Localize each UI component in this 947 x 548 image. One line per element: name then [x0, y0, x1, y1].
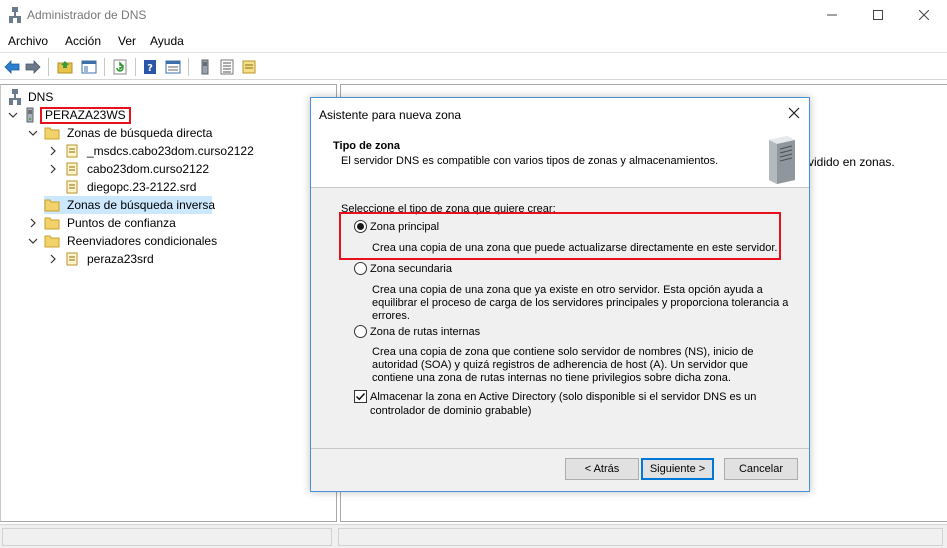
status-cell — [338, 528, 943, 546]
annotation-highlight-frame — [339, 212, 781, 260]
radio-zona-secundaria[interactable]: Zona secundaria — [354, 262, 452, 275]
forward-arrow-icon[interactable] — [24, 58, 42, 76]
title-bar: Administrador de DNS — [0, 0, 947, 30]
option-description: errores. — [372, 310, 410, 322]
minimize-button[interactable] — [809, 0, 855, 30]
menu-archivo[interactable]: Archivo — [8, 34, 48, 48]
folder-icon — [44, 197, 60, 213]
tree-node-server[interactable]: PERAZA23WS — [8, 106, 131, 124]
refresh-icon[interactable] — [111, 58, 129, 76]
option-description: contiene una zona de rutas internas no t… — [372, 372, 731, 384]
zone-icon — [64, 251, 80, 267]
checkbox-label-continued: controlador de dominio grabable) — [370, 405, 532, 417]
window-title: Administrador de DNS — [27, 8, 147, 22]
close-icon[interactable] — [787, 106, 801, 120]
checkbox[interactable] — [354, 390, 367, 403]
folder-icon — [44, 125, 60, 141]
close-icon — [919, 10, 929, 20]
tree-label-server: PERAZA23WS — [40, 106, 131, 124]
server-tower-icon — [761, 134, 797, 184]
tree-node-forward-zones[interactable]: Zonas de búsqueda directa — [28, 124, 214, 142]
tree-node-zone-msdcs[interactable]: _msdcs.cabo23dom.curso2122 — [48, 142, 256, 160]
dialog-title: Asistente para nueva zona — [319, 108, 462, 122]
folder-icon — [44, 233, 60, 249]
minimize-icon — [827, 14, 837, 16]
menu-ver[interactable]: Ver — [118, 34, 136, 48]
checkmark-icon — [355, 392, 366, 401]
svg-text:?: ? — [147, 63, 153, 74]
close-button[interactable] — [901, 0, 947, 30]
chevron-down-icon[interactable] — [8, 110, 18, 120]
status-cell — [2, 528, 332, 546]
tree-label-zone-cabo23dom: cabo23dom.curso2122 — [87, 162, 210, 176]
tree-node-zone-cabo23dom[interactable]: cabo23dom.curso2122 — [48, 160, 211, 178]
status-bar — [0, 524, 947, 548]
help-icon[interactable]: ? — [141, 58, 159, 76]
show-hide-tree-icon[interactable] — [80, 58, 98, 76]
tree-label-trust-points: Puntos de confianza — [67, 216, 176, 230]
dns-app-icon — [9, 7, 21, 23]
tree-label-conditional-forwarders: Reenviadores condicionales — [67, 234, 218, 248]
radio-label: Zona secundaria — [370, 262, 452, 275]
tree-label-zone-diegopc: diegopc.23-2122.srd — [87, 180, 197, 194]
maximize-icon — [873, 10, 883, 20]
new-zone-wizard-dialog: Asistente para nueva zona Tipo de zona E… — [310, 97, 810, 492]
wizard-step-title: Tipo de zona — [333, 140, 401, 152]
list-icon[interactable] — [218, 58, 236, 76]
divider — [311, 448, 809, 449]
tree-node-zone-diegopc[interactable]: diegopc.23-2122.srd — [64, 178, 198, 196]
chevron-right-icon[interactable] — [28, 218, 38, 228]
tree-label-forward-zones: Zonas de búsqueda directa — [67, 126, 213, 140]
wizard-header: Tipo de zona El servidor DNS es compatib… — [311, 130, 809, 188]
tree-label-dns: DNS — [28, 90, 54, 104]
server-icon — [24, 107, 36, 123]
zone-icon — [64, 161, 80, 177]
menu-ayuda[interactable]: Ayuda — [150, 34, 184, 48]
tree-node-dns[interactable]: DNS — [8, 88, 55, 106]
tree-node-conditional-forwarders[interactable]: Reenviadores condicionales — [28, 232, 219, 250]
chevron-down-icon[interactable] — [28, 128, 38, 138]
menu-accion[interactable]: Acción — [65, 34, 101, 48]
properties-icon[interactable] — [164, 58, 182, 76]
menu-bar: Archivo Acción Ver Ayuda — [0, 30, 947, 52]
radio-button[interactable] — [354, 325, 367, 338]
chevron-right-icon[interactable] — [48, 146, 58, 156]
details-text: vidido en zonas. — [808, 155, 895, 169]
checkbox-label: Almacenar la zona en Active Directory (s… — [370, 390, 757, 403]
checkbox-store-in-ad[interactable]: Almacenar la zona en Active Directory (s… — [354, 390, 756, 403]
radio-button[interactable] — [354, 262, 367, 275]
chevron-down-icon[interactable] — [28, 236, 38, 246]
back-button[interactable]: < Atrás — [565, 458, 639, 480]
chevron-right-icon[interactable] — [48, 254, 58, 264]
radio-label: Zona de rutas internas — [370, 325, 481, 338]
dns-icon — [8, 89, 22, 105]
dialog-title-bar: Asistente para nueva zona — [311, 98, 809, 130]
tree-node-trust-points[interactable]: Puntos de confianza — [28, 214, 178, 232]
chevron-right-icon[interactable] — [48, 164, 58, 174]
folder-icon — [44, 215, 60, 231]
radio-zona-rutas-internas[interactable]: Zona de rutas internas — [354, 325, 480, 338]
zone-icon — [64, 143, 80, 159]
tree-label-reverse-zones: Zonas de búsqueda inversa — [67, 198, 216, 212]
next-button[interactable]: Siguiente > — [641, 458, 714, 480]
zone-icon — [64, 179, 80, 195]
wizard-step-subtitle: El servidor DNS es compatible con varios… — [341, 155, 719, 167]
tree-node-reverse-zones[interactable]: Zonas de búsqueda inversa — [44, 196, 215, 214]
tree-label-zone-msdcs: _msdcs.cabo23dom.curso2122 — [87, 144, 254, 158]
notes-icon[interactable] — [240, 58, 258, 76]
maximize-button[interactable] — [855, 0, 901, 30]
toolbar: ? — [0, 52, 947, 80]
tree-node-forwarder-peraza23srd[interactable]: peraza23srd — [48, 250, 156, 268]
back-arrow-icon[interactable] — [3, 58, 21, 76]
cancel-button[interactable]: Cancelar — [724, 458, 798, 480]
server-icon[interactable] — [196, 58, 214, 76]
folder-up-icon[interactable] — [56, 58, 74, 76]
tree-label-forwarder-peraza23srd: peraza23srd — [87, 252, 154, 266]
